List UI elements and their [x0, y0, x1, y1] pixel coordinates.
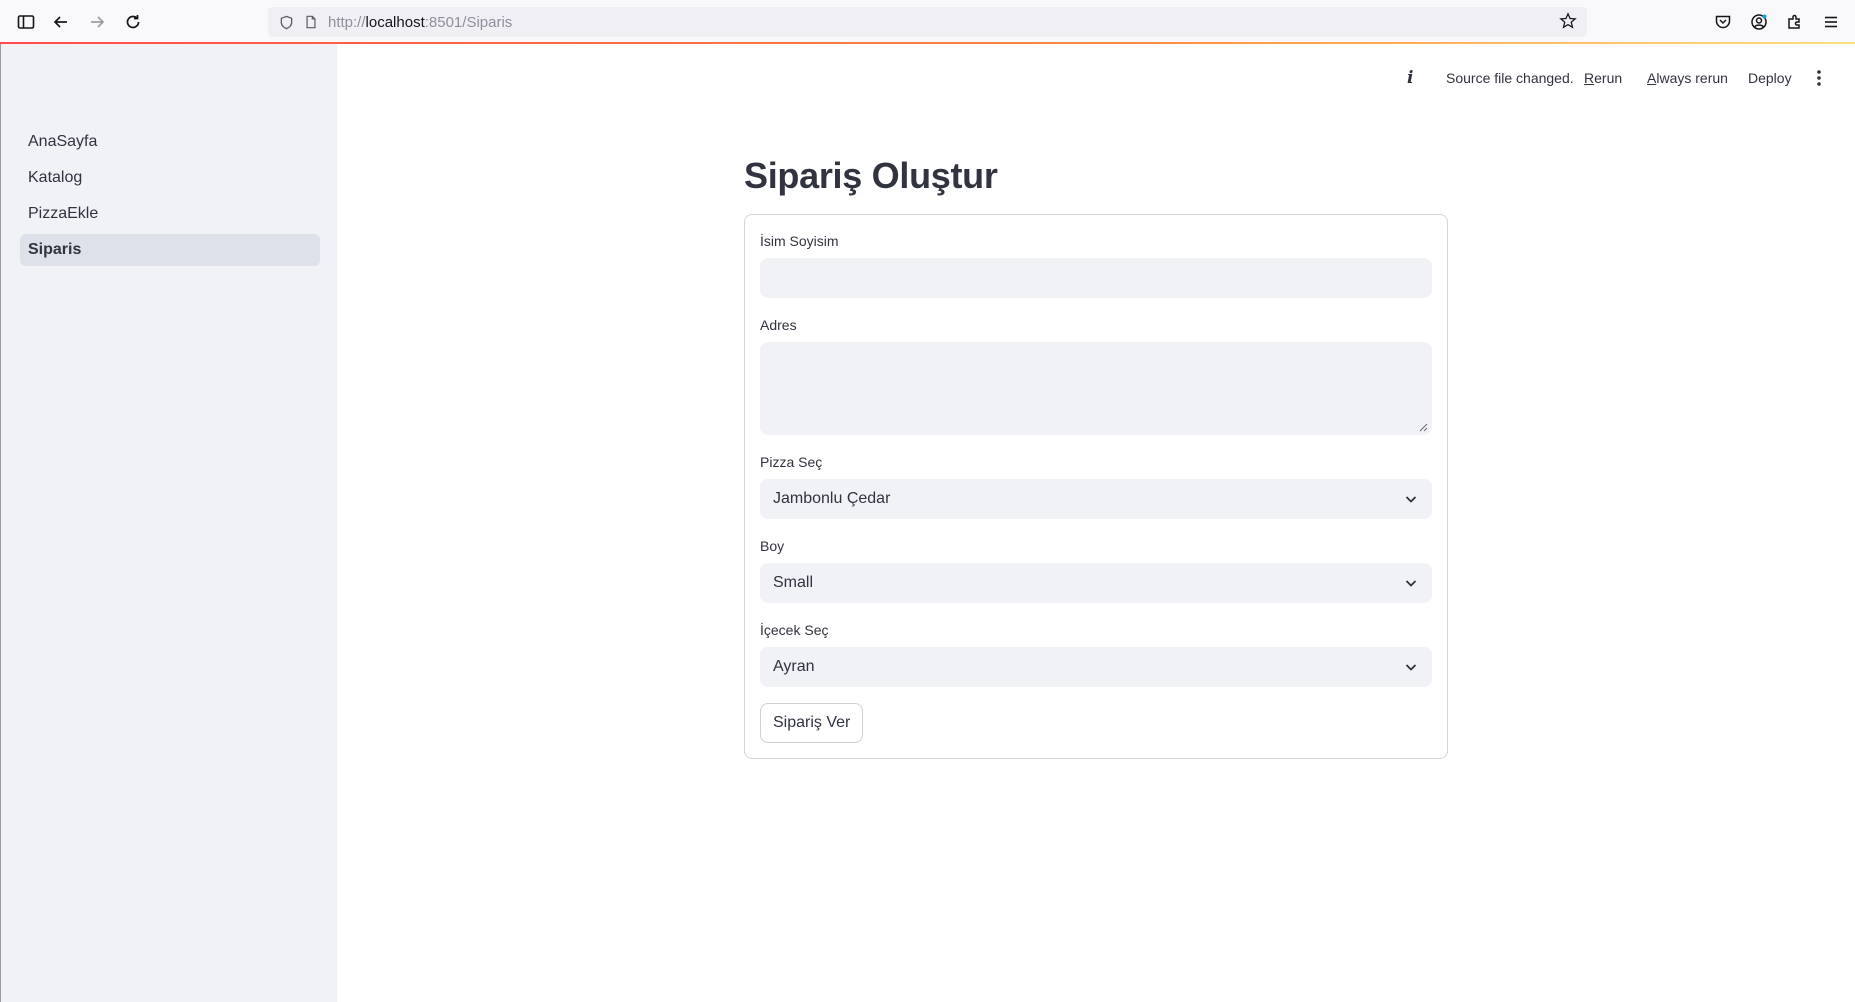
name-input[interactable]: [760, 258, 1432, 298]
drink-selected-value: Ayran: [773, 658, 815, 675]
sidebar-item-pizzaekle[interactable]: PizzaEkle: [20, 198, 320, 230]
shield-icon[interactable]: [276, 12, 296, 32]
bookmark-star-icon[interactable]: [1559, 12, 1579, 32]
order-form: İsim Soyisim Adres Pizza Seç Jambonlu Çe…: [744, 214, 1448, 759]
extensions-icon[interactable]: [1781, 8, 1809, 36]
page-icon: [302, 13, 320, 31]
more-options-icon[interactable]: [1813, 68, 1825, 88]
drink-label: İçecek Seç: [760, 622, 829, 638]
address-textarea[interactable]: [760, 342, 1432, 435]
chevron-down-icon: [1405, 496, 1417, 503]
always-rerun-button[interactable]: Always rerun: [1647, 70, 1728, 86]
pocket-icon[interactable]: [1709, 8, 1737, 36]
size-select[interactable]: Small: [760, 563, 1432, 603]
pizza-select[interactable]: Jambonlu Çedar: [760, 479, 1432, 519]
address-bar[interactable]: http://localhost:8501/Siparis: [268, 7, 1587, 37]
deploy-button[interactable]: Deploy: [1748, 70, 1792, 86]
name-label: İsim Soyisim: [760, 233, 839, 249]
reload-icon[interactable]: [119, 8, 147, 36]
size-label: Boy: [760, 538, 785, 554]
submit-order-button[interactable]: Sipariş Ver: [760, 703, 864, 743]
url-text: http://localhost:8501/Siparis: [328, 13, 513, 31]
source-changed-status: Source file changed.: [1446, 70, 1574, 86]
rerun-button[interactable]: Rerun: [1584, 70, 1622, 86]
sidebar-toggle-icon[interactable]: [12, 8, 40, 36]
sidebar-nav: AnaSayfa Katalog PizzaEkle Siparis: [20, 126, 320, 270]
size-selected-value: Small: [773, 574, 814, 591]
back-arrow-icon[interactable]: [47, 8, 75, 36]
info-icon: i: [1407, 68, 1414, 88]
sidebar-item-katalog[interactable]: Katalog: [20, 162, 320, 194]
forward-arrow-icon[interactable]: [83, 8, 111, 36]
sidebar: AnaSayfa Katalog PizzaEkle Siparis: [0, 44, 337, 1002]
account-icon[interactable]: [1745, 8, 1773, 36]
pizza-label: Pizza Seç: [760, 454, 823, 470]
sidebar-item-siparis[interactable]: Siparis: [20, 234, 320, 266]
sidebar-item-anasayfa[interactable]: AnaSayfa: [20, 126, 320, 158]
drink-select[interactable]: Ayran: [760, 647, 1432, 687]
resize-handle-icon[interactable]: [1419, 423, 1428, 432]
app-menu-icon[interactable]: [1817, 8, 1845, 36]
chevron-down-icon: [1405, 664, 1417, 671]
chevron-down-icon: [1405, 580, 1417, 587]
pizza-selected-value: Jambonlu Çedar: [773, 490, 891, 507]
page-title: Sipariş Oluştur: [744, 155, 998, 196]
browser-toolbar: http://localhost:8501/Siparis: [0, 0, 1855, 43]
app-header: i Source file changed. Rerun Always reru…: [337, 44, 1855, 114]
address-label: Adres: [760, 317, 797, 333]
